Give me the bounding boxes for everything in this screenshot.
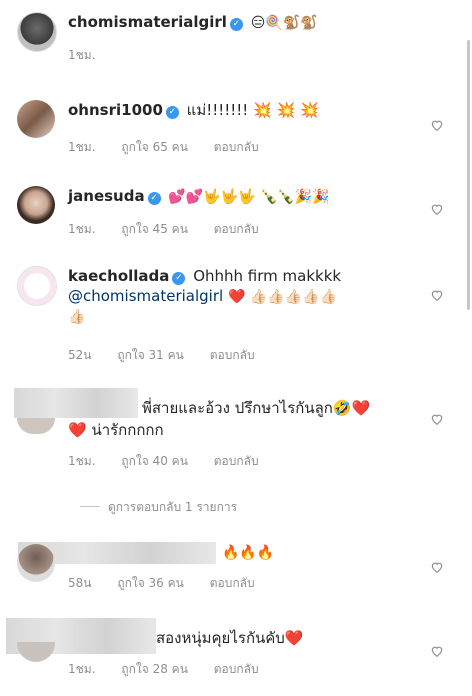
reply-button[interactable]: ตอบกลับ [214, 454, 259, 468]
avatar[interactable] [17, 266, 57, 306]
comment-text: janesuda ✓ 💕💕🤟🤟🤟 🍾🍾🎉🎉 [68, 186, 330, 207]
username-link[interactable]: chomismaterialgirl [68, 13, 227, 31]
comment-text: สองหนุ่มคุยไรกันคับ❤️ [156, 628, 304, 648]
likes-count[interactable]: ถูกใจ 36 คน [117, 576, 184, 590]
comment-text: 🔥🔥🔥 [222, 542, 274, 563]
comment-body: Ohhhh firm makkkk [193, 267, 342, 285]
mention-link[interactable]: @chomismaterialgirl [68, 287, 223, 305]
blurred-username [14, 388, 138, 418]
comment-body-emoji: ❤️ 👍🏻👍🏻👍🏻👍🏻👍🏻 [227, 289, 337, 305]
verified-badge-icon: ✓ [229, 18, 243, 31]
comment-text-line2: ❤️ น่ารักกกกก [68, 420, 164, 440]
comment-meta: 58น ถูกใจ 36 คน ตอบกลับ [68, 574, 277, 593]
view-replies-link[interactable]: ดูการตอบกลับ 1 รายการ [108, 498, 259, 517]
scrollbar[interactable] [467, 40, 470, 310]
like-heart-icon[interactable] [430, 288, 444, 302]
comment-body: พี่สายและอ้วง ปรึกษาไรกันลูก🤣❤️ [142, 399, 371, 417]
replies-divider [80, 506, 100, 507]
verified-badge-icon: ✓ [165, 106, 179, 119]
comment-meta: 1ชม. ถูกใจ 45 คน ตอบกลับ [68, 220, 281, 239]
verified-badge-icon: ✓ [172, 272, 186, 285]
likes-count[interactable]: ถูกใจ 28 คน [121, 662, 188, 676]
comment-body: สองหนุ่มคุยไรกันคับ❤️ [156, 629, 304, 647]
reply-button[interactable]: ตอบกลับ [214, 662, 259, 676]
comment-body: 🔥🔥🔥 [222, 545, 275, 561]
avatar[interactable] [17, 186, 55, 224]
like-heart-icon[interactable] [430, 412, 444, 426]
username-link[interactable]: janesuda [68, 187, 145, 205]
comment-meta: 1ชม. ถูกใจ 28 คน ตอบกลับ [68, 660, 281, 679]
reply-button[interactable]: ตอบกลับ [214, 140, 259, 154]
avatar[interactable] [17, 418, 55, 434]
avatar[interactable] [17, 544, 55, 582]
comment-body-emoji-line: 👍🏻 [68, 309, 86, 325]
avatar[interactable] [17, 642, 55, 662]
comment-body-line2: ❤️ น่ารักกกกก [68, 421, 164, 439]
comment-body: แม่!!!!!!! 💥 💥 💥 [186, 101, 319, 119]
comment-body: 💕💕🤟🤟🤟 🍾🍾🎉🎉 [168, 189, 330, 205]
timestamp: 1ชม. [68, 222, 96, 236]
timestamp: 58น [68, 576, 92, 590]
username-link[interactable]: ohnsri1000 [68, 101, 163, 119]
comment-meta: 1ชม. ถูกใจ 65 คน ตอบกลับ [68, 138, 281, 157]
reply-button[interactable]: ตอบกลับ [210, 576, 255, 590]
likes-count[interactable]: ถูกใจ 31 คน [117, 348, 184, 362]
likes-count[interactable]: ถูกใจ 45 คน [121, 222, 188, 236]
timestamp: 1ชม. [68, 140, 96, 154]
comment-meta: 1ชม. [68, 46, 118, 65]
comment-body: 😑🍭🐒🐒 [250, 15, 318, 31]
timestamp: 52น [68, 348, 92, 362]
likes-count[interactable]: ถูกใจ 40 คน [121, 454, 188, 468]
like-heart-icon[interactable] [430, 118, 444, 132]
like-heart-icon[interactable] [430, 560, 444, 574]
comment-text: พี่สายและอ้วง ปรึกษาไรกันลูก🤣❤️ [142, 398, 370, 418]
reply-button[interactable]: ตอบกลับ [210, 348, 255, 362]
avatar[interactable] [17, 100, 55, 138]
likes-count[interactable]: ถูกใจ 65 คน [121, 140, 188, 154]
verified-badge-icon: ✓ [147, 192, 161, 205]
like-heart-icon[interactable] [430, 644, 444, 658]
view-replies-label[interactable]: ดูการตอบกลับ 1 รายการ [108, 500, 237, 514]
avatar[interactable] [17, 12, 57, 52]
comment-meta: 52น ถูกใจ 31 คน ตอบกลับ [68, 346, 277, 365]
timestamp: 1ชม. [68, 454, 96, 468]
comment-text: kaechollada ✓ Ohhhh firm makkkk @chomisma… [68, 266, 438, 327]
timestamp: 1ชม. [68, 48, 96, 62]
timestamp: 1ชม. [68, 662, 96, 676]
comment-text: chomismaterialgirl ✓ 😑🍭🐒🐒 [68, 12, 318, 33]
comment-meta: 1ชม. ถูกใจ 40 คน ตอบกลับ [68, 452, 281, 471]
like-heart-icon[interactable] [430, 202, 444, 216]
reply-button[interactable]: ตอบกลับ [214, 222, 259, 236]
comment-text: ohnsri1000 ✓ แม่!!!!!!! 💥 💥 💥 [68, 100, 319, 120]
username-link[interactable]: kaechollada [68, 267, 169, 285]
